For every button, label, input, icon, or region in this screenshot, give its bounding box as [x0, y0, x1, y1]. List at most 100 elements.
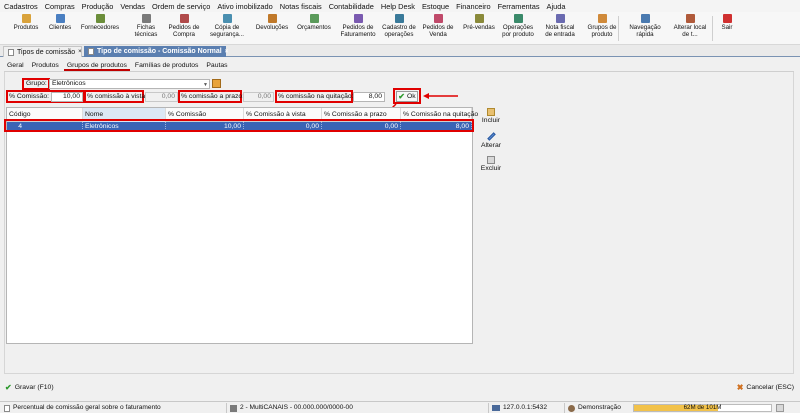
return-icon — [267, 14, 277, 23]
vista-input[interactable]: 0,00 — [145, 92, 178, 102]
toolbar-label: Orçamentos — [297, 24, 331, 31]
sub-tabs: Geral Produtos Grupos de produtos Famíli… — [4, 61, 233, 71]
cart-icon — [179, 14, 189, 23]
tab-divider — [4, 71, 794, 72]
status-server: 127.0.0.1:5432 — [492, 403, 547, 413]
toolbar-invoice-button[interactable]: Nota fiscal de entrada — [540, 12, 580, 45]
tab-tipo-de-comissao-normal[interactable]: Tipo de comissão - Comissão Normal × — [84, 46, 229, 57]
power-icon — [722, 14, 732, 23]
divider — [226, 403, 227, 413]
menu-item-producao[interactable]: Produção — [82, 2, 114, 11]
toolbar-cart-button[interactable]: Pedidos de Compra — [164, 12, 204, 45]
menu-bar: Cadastros Compras Produção Vendas Ordem de s… — [0, 0, 800, 12]
tab-label: Tipos de comissão — [17, 48, 76, 56]
alterar-label: Alterar — [480, 142, 502, 149]
tab-produtos[interactable]: Produtos — [29, 61, 62, 71]
toolbar-presale-button[interactable]: Pré-vendas — [460, 12, 498, 45]
grupo-value: Eletrônicos — [52, 80, 86, 87]
toolbar-divider — [712, 16, 713, 41]
user-icon — [568, 404, 575, 412]
monitor-icon — [492, 405, 500, 411]
menu-item-ordem-de-servico[interactable]: Ordem de serviço — [152, 2, 210, 11]
toolbar-billing-button[interactable]: Pedidos de Faturamento — [336, 12, 380, 45]
menu-item-estoque[interactable]: Estoque — [422, 2, 449, 11]
grupo-select[interactable]: Eletrônicos ▼ — [49, 79, 210, 89]
menu-item-ativo-imobilizado[interactable]: Ativo imobilizado — [217, 2, 272, 11]
building-icon — [230, 404, 237, 412]
toolbar-label: de entrada — [545, 30, 575, 38]
gc-icon[interactable] — [776, 404, 784, 412]
document-tabs: Tipos de comissão × Tipo de comissão - C… — [0, 45, 800, 57]
page-icon — [4, 404, 10, 412]
menu-item-contabilidade[interactable]: Contabilidade — [329, 2, 374, 11]
ok-button[interactable]: ✔ Ok — [396, 91, 418, 102]
menu-item-help-desk[interactable]: Help Desk — [381, 2, 415, 11]
toolbar-label: Fornecedores — [80, 24, 120, 31]
toolbar-box-button[interactable]: Produtos — [4, 12, 48, 45]
status-mode: Demonstração — [568, 403, 621, 413]
cancel-button[interactable]: ✖ Cancelar (ESC) — [737, 383, 794, 392]
toolbar-return-button[interactable]: Devoluções — [253, 12, 291, 45]
quitacao-input[interactable]: 8,00 — [353, 92, 385, 102]
toolbar-label: Compra — [172, 30, 195, 38]
tab-pautas[interactable]: Pautas — [203, 61, 230, 71]
users-icon — [55, 14, 65, 23]
presale-icon — [474, 14, 484, 23]
prazo-input[interactable]: 0,00 — [243, 92, 274, 102]
product-ops-icon — [513, 14, 523, 23]
menu-item-cadastros[interactable]: Cadastros — [4, 2, 38, 11]
operations-icon — [394, 14, 404, 23]
toolbar-divider — [618, 16, 619, 41]
alterar-button[interactable]: Alterar — [478, 132, 504, 149]
tab-geral[interactable]: Geral — [4, 61, 27, 71]
chevron-down-icon: ▼ — [203, 82, 208, 88]
highlight-box — [4, 119, 474, 132]
toolbar-label: produto — [591, 30, 613, 38]
incluir-button[interactable]: Incluir — [478, 108, 504, 124]
memory-text: 62M de 101M — [683, 404, 722, 411]
excluir-button[interactable]: Excluir — [478, 156, 504, 172]
toolbar-supplier-button[interactable]: Fornecedores — [76, 12, 124, 45]
incluir-label: Incluir — [481, 117, 501, 124]
toolbar-group-button[interactable]: Grupos de produto — [582, 12, 622, 45]
menu-item-financeiro[interactable]: Financeiro — [456, 2, 491, 11]
toolbar-navigation-button[interactable]: Navegação rápida — [625, 12, 665, 45]
toolbar-operations-button[interactable]: Cadastro de operações — [378, 12, 420, 45]
toolbar-label: Produtos — [13, 24, 39, 31]
comissao-label: % Comissão: — [9, 93, 50, 100]
toolbar: Produtos Clientes Fornecedores Fichas técnic… — [0, 12, 800, 45]
tab-familias-de-produtos[interactable]: Famílias de produtos — [132, 61, 201, 71]
tab-grupos-de-produtos[interactable]: Grupos de produtos — [63, 61, 130, 71]
pencil-icon — [486, 132, 496, 141]
toolbar-sale-button[interactable]: Pedidos de Venda — [420, 12, 456, 45]
excluir-label: Excluir — [480, 165, 502, 172]
folder-search-icon[interactable] — [212, 79, 221, 88]
toolbar-label: Faturamento — [340, 30, 376, 38]
groups-grid: Código Nome % Comissão % Comissão à vist… — [6, 107, 478, 344]
status-hint-text: Percentual de comissão geral sobre o fat… — [13, 404, 161, 411]
toolbar-power-button[interactable]: Sair — [716, 12, 738, 45]
status-company: 2 - MultiCANAIS - 00.000.000/0000-00 — [230, 403, 353, 413]
menu-item-ferramentas[interactable]: Ferramentas — [498, 2, 540, 11]
close-icon[interactable]: × — [75, 49, 82, 55]
close-icon[interactable]: × — [222, 49, 229, 55]
menu-item-compras[interactable]: Compras — [45, 2, 75, 11]
status-hint: Percentual de comissão geral sobre o fat… — [4, 403, 161, 413]
comissao-input[interactable]: 10,00 — [51, 92, 83, 102]
toolbar-users-button[interactable]: Clientes — [44, 12, 76, 45]
menu-item-ajuda[interactable]: Ajuda — [547, 2, 566, 11]
toolbar-label: segurança... — [209, 30, 245, 38]
menu-item-vendas[interactable]: Vendas — [120, 2, 145, 11]
backup-icon — [222, 14, 232, 23]
save-button[interactable]: ✔ Gravar (F10) — [5, 383, 54, 392]
menu-item-notas-fiscais[interactable]: Notas fiscais — [280, 2, 322, 11]
toolbar-product-ops-button[interactable]: Operações por produto — [498, 12, 538, 45]
toolbar-backup-button[interactable]: Cópia de segurança... — [205, 12, 249, 45]
ok-label: Ok — [407, 93, 416, 100]
toolbar-label: Pré-vendas — [463, 24, 495, 31]
tab-tipos-de-comissao[interactable]: Tipos de comissão × — [3, 46, 82, 57]
toolbar-label: operações — [384, 30, 414, 38]
toolbar-quote-button[interactable]: Orçamentos — [292, 12, 336, 45]
toolbar-home-button[interactable]: Alterar local de t... — [668, 12, 712, 45]
toolbar-sheet-button[interactable]: Fichas técnicas — [130, 12, 162, 45]
